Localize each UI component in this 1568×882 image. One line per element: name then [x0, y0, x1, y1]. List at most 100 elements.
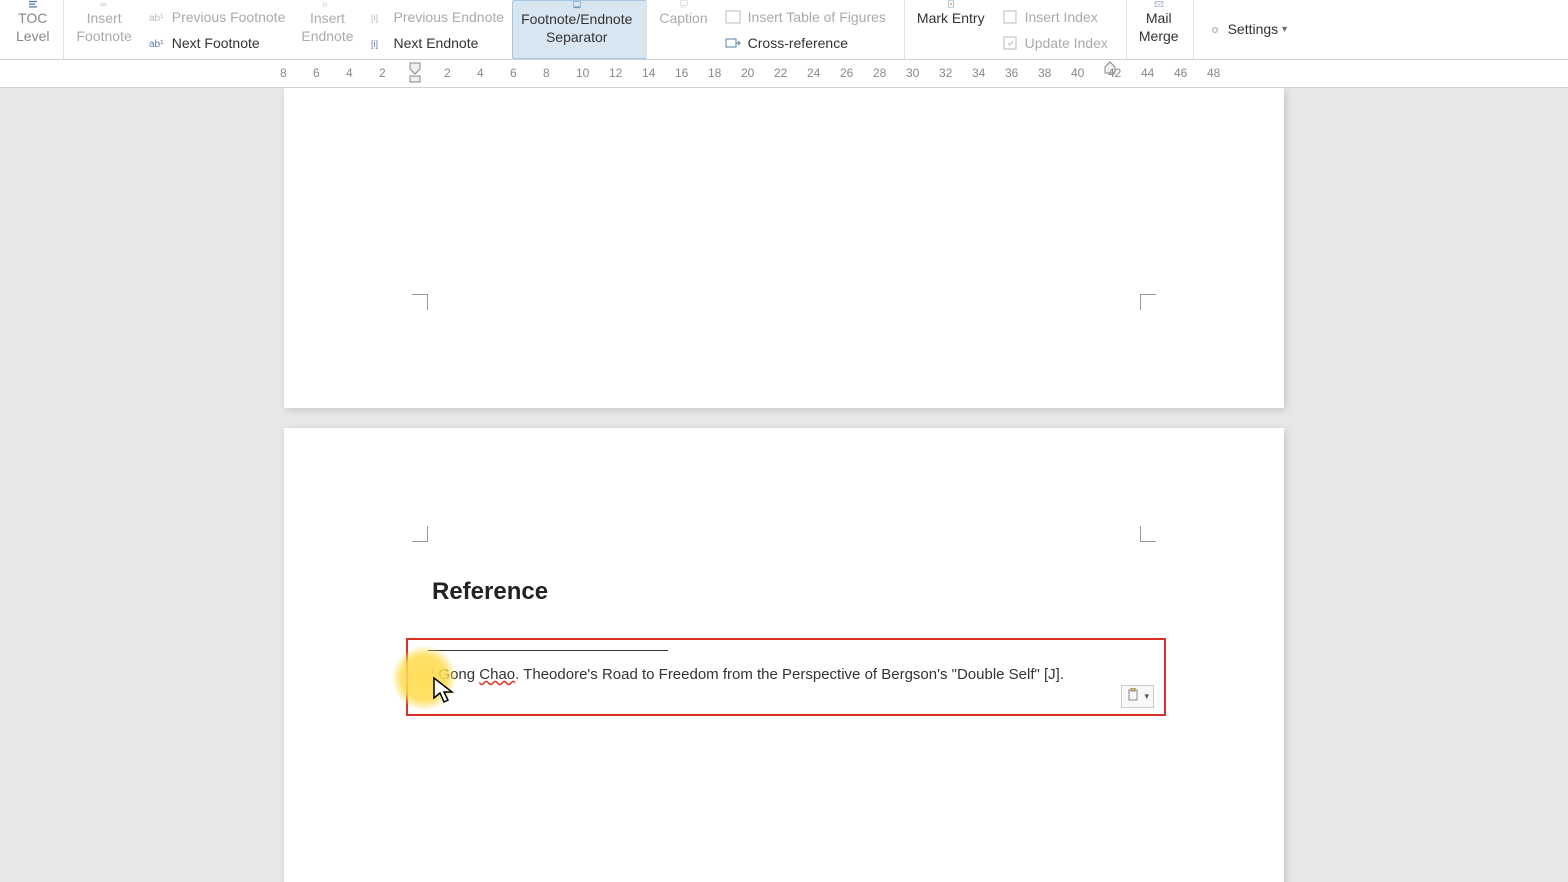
next-footnote-icon: ab¹ [148, 35, 166, 51]
index-group: Insert Index Update Index [997, 0, 1127, 59]
page-current[interactable]: Reference i Gong Chao. Theodore's Road t… [284, 428, 1284, 882]
indent-marker[interactable] [409, 62, 421, 84]
ruler-tick: 28 [873, 66, 886, 80]
ruler-tick: 4 [346, 66, 353, 80]
ruler-tick: 4 [477, 66, 484, 80]
settings-button[interactable]: Settings ▾ [1198, 0, 1296, 59]
endnote-separator-line [428, 650, 668, 651]
tof-icon [724, 9, 742, 25]
prev-footnote-button[interactable]: ab¹ Previous Footnote [144, 7, 290, 27]
mark-entry-icon [940, 0, 962, 8]
mail-merge-button[interactable]: Mail Merge [1131, 0, 1194, 59]
ruler-tick: 2 [444, 66, 451, 80]
settings-label: Settings [1228, 21, 1279, 39]
prev-footnote-icon: ab¹ [148, 9, 166, 25]
next-endnote-button[interactable]: [i] Next Endnote [366, 33, 509, 53]
endnote-text-pre: Gong [438, 666, 479, 683]
ruler-tick: 6 [510, 66, 517, 80]
next-endnote-icon: [i] [370, 35, 388, 51]
footnote-nav-group: ab¹ Previous Footnote ab¹ Next Footnote [144, 0, 290, 59]
ruler-tick: 26 [840, 66, 853, 80]
ruler-tick: 40 [1071, 66, 1084, 80]
ruler-tick: 24 [807, 66, 820, 80]
cross-reference-button[interactable]: Cross-reference [720, 33, 890, 53]
ruler-tick: 34 [972, 66, 985, 80]
prev-endnote-button[interactable]: [i] Previous Endnote [366, 7, 509, 27]
chevron-down-icon: ▾ [1282, 24, 1287, 35]
paste-options-button[interactable]: ▾ [1121, 685, 1154, 708]
caption-button[interactable]: Caption [651, 0, 715, 59]
toc-level-button[interactable]: TOC Level [8, 0, 64, 59]
ruler-tick: 42 [1108, 66, 1121, 80]
ruler-tick: 12 [609, 66, 622, 80]
insert-tof-label: Insert Table of Figures [748, 9, 886, 25]
prev-footnote-label: Previous Footnote [172, 9, 286, 25]
update-index-icon [1001, 35, 1019, 51]
cross-ref-icon [724, 35, 742, 51]
margin-corner [412, 526, 428, 542]
document-workspace[interactable]: Reference i Gong Chao. Theodore's Road t… [0, 88, 1568, 882]
ruler-tick: 8 [280, 66, 287, 80]
next-endnote-label: Next Endnote [394, 35, 479, 51]
toc-icon [22, 0, 44, 8]
footnote-endnote-separator-button[interactable]: Footnote/Endnote Separator [512, 0, 647, 59]
ruler-tick: 8 [543, 66, 550, 80]
margin-corner [1140, 526, 1156, 542]
endnote-text-post: . Theodore's Road to Freedom from the Pe… [515, 666, 1064, 683]
cross-reference-label: Cross-reference [748, 35, 848, 51]
insert-endnote-button[interactable]: [i] Insert Endnote [293, 0, 361, 59]
caption-label: Caption [659, 10, 707, 28]
ruler-tick: 16 [675, 66, 688, 80]
svg-text:[i]: [i] [323, 2, 327, 8]
insert-footnote-label: Insert Footnote [76, 10, 131, 45]
ruler-tick: 2 [379, 66, 386, 80]
svg-text:[i]: [i] [371, 39, 378, 49]
settings-icon [1206, 21, 1224, 39]
endnote-icon: [i] [316, 0, 338, 8]
ribbon-toolbar: TOC Level ab Insert Footnote ab¹ Previou… [0, 0, 1568, 60]
prev-endnote-label: Previous Endnote [394, 9, 505, 25]
caption-icon [673, 0, 695, 8]
svg-text:ab¹: ab¹ [149, 13, 164, 24]
insert-index-button[interactable]: Insert Index [997, 7, 1112, 27]
margin-corner [412, 294, 428, 310]
endnote-number: i [432, 665, 434, 676]
mark-entry-label: Mark Entry [917, 10, 985, 28]
next-footnote-button[interactable]: ab¹ Next Footnote [144, 33, 290, 53]
mark-entry-button[interactable]: Mark Entry [909, 0, 993, 59]
ruler-tick: 38 [1038, 66, 1051, 80]
endnote-text[interactable]: i Gong Chao. Theodore's Road to Freedom … [422, 665, 1150, 683]
mail-merge-icon [1148, 0, 1170, 8]
insert-index-label: Insert Index [1025, 9, 1098, 25]
ruler-tick: 18 [708, 66, 721, 80]
ruler-tick: 10 [576, 66, 589, 80]
endnote-text-underlined: Chao [479, 666, 515, 683]
clipboard-icon [1126, 688, 1140, 705]
caption-group: Insert Table of Figures Cross-reference [720, 0, 905, 59]
svg-text:[i]: [i] [371, 13, 378, 23]
horizontal-ruler[interactable]: 8 6 4 2 2 4 6 8 10 12 14 16 18 20 22 24 … [0, 60, 1568, 88]
ruler-tick: 20 [741, 66, 754, 80]
update-index-label: Update Index [1025, 35, 1108, 51]
ruler-tick: 14 [642, 66, 655, 80]
ruler-tick: 30 [906, 66, 919, 80]
ruler-tick: 22 [774, 66, 787, 80]
ruler-tick: 36 [1005, 66, 1018, 80]
page-previous[interactable] [284, 88, 1284, 408]
ruler-tick: 48 [1207, 66, 1220, 80]
endnote-area[interactable]: i Gong Chao. Theodore's Road to Freedom … [406, 638, 1166, 716]
update-index-button[interactable]: Update Index [997, 33, 1112, 53]
svg-text:ab: ab [100, 2, 106, 8]
insert-footnote-button[interactable]: ab Insert Footnote [68, 0, 139, 59]
footnote-separator-label: Footnote/Endnote Separator [521, 11, 632, 46]
ruler-tick: 44 [1141, 66, 1154, 80]
insert-tof-button[interactable]: Insert Table of Figures [720, 7, 890, 27]
mail-merge-label: Mail Merge [1139, 10, 1179, 45]
insert-index-icon [1001, 9, 1019, 25]
ruler-tick: 46 [1174, 66, 1187, 80]
reference-heading[interactable]: Reference [432, 578, 548, 606]
insert-endnote-label: Insert Endnote [301, 10, 353, 45]
prev-endnote-icon: [i] [370, 9, 388, 25]
chevron-down-icon: ▾ [1144, 691, 1149, 702]
svg-text:ab¹: ab¹ [149, 39, 164, 50]
